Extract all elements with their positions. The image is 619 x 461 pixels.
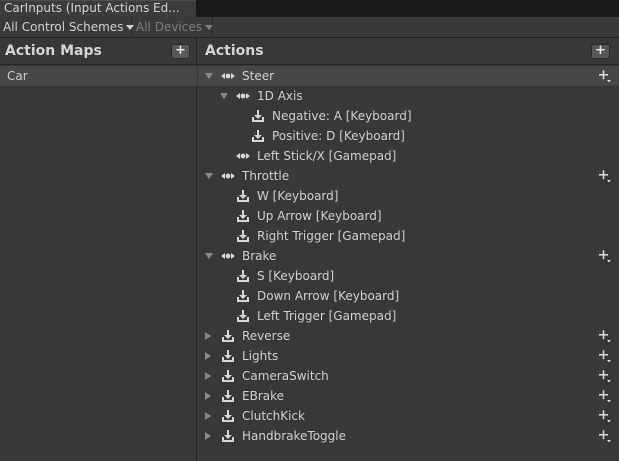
axis-icon [236, 149, 250, 163]
axis-icon [221, 249, 235, 263]
row-label: Lights [242, 349, 279, 363]
binding-row[interactable]: Right Trigger [Gamepad] [198, 226, 619, 246]
action-row[interactable]: Throttle [198, 166, 619, 186]
add-action-map-button[interactable]: + [171, 44, 190, 59]
action-row[interactable]: Lights [198, 346, 619, 366]
row-label: EBrake [242, 389, 285, 403]
add-binding-icon[interactable] [598, 69, 612, 83]
window-tab-bar: CarInputs (Input Actions Ed... [0, 0, 619, 17]
add-binding-icon[interactable] [598, 249, 612, 263]
binding-row[interactable]: Up Arrow [Keyboard] [198, 206, 619, 226]
row-label: Throttle [242, 169, 290, 183]
devices-label: All Devices [136, 20, 202, 34]
control-schemes-label: All Control Schemes [3, 20, 124, 34]
binding-icon [236, 189, 250, 203]
toolbar: All Control Schemes All Devices [0, 17, 619, 38]
window-tab[interactable]: CarInputs (Input Actions Ed... [0, 0, 196, 17]
add-binding-icon[interactable] [598, 329, 612, 343]
add-action-button[interactable]: + [591, 44, 610, 59]
row-label: Left Trigger [Gamepad] [257, 309, 397, 323]
devices-dropdown[interactable]: All Devices [133, 17, 213, 37]
expand-arrow-right-icon[interactable] [205, 432, 211, 440]
binding-icon [236, 309, 250, 323]
action-row[interactable]: Reverse [198, 326, 619, 346]
expand-arrow-down-icon[interactable] [205, 73, 213, 79]
binding-row[interactable]: Positive: D [Keyboard] [198, 126, 619, 146]
binding-row[interactable]: 1D Axis [198, 86, 619, 106]
expand-arrow-right-icon[interactable] [205, 372, 211, 380]
add-binding-icon[interactable] [598, 369, 612, 383]
row-label: ClutchKick [242, 409, 305, 423]
row-label: Left Stick/X [Gamepad] [257, 149, 397, 163]
actions-panel: Actions + Steer 1D Axis Negative: A [Keybo… [198, 38, 619, 461]
expand-arrow-down-icon[interactable] [220, 93, 228, 99]
button-icon [221, 329, 235, 343]
binding-row[interactable]: W [Keyboard] [198, 186, 619, 206]
binding-row[interactable]: Down Arrow [Keyboard] [198, 286, 619, 306]
add-binding-icon[interactable] [598, 389, 612, 403]
add-binding-icon[interactable] [598, 409, 612, 423]
action-row[interactable]: EBrake [198, 386, 619, 406]
binding-icon [236, 229, 250, 243]
expand-arrow-right-icon[interactable] [205, 332, 211, 340]
actions-header: Actions + [198, 38, 619, 65]
expand-arrow-right-icon[interactable] [205, 392, 211, 400]
button-icon [221, 369, 235, 383]
chevron-down-icon [204, 25, 213, 30]
action-maps-title: Action Maps [5, 43, 102, 59]
row-label: HandbrakeToggle [242, 429, 346, 443]
button-icon [221, 349, 235, 363]
action-row[interactable]: Steer [198, 66, 619, 86]
axis-icon [221, 69, 235, 83]
action-row[interactable]: ClutchKick [198, 406, 619, 426]
button-icon [221, 389, 235, 403]
add-binding-icon[interactable] [598, 429, 612, 443]
window-tab-title: CarInputs (Input Actions Ed... [4, 1, 180, 15]
action-row[interactable]: HandbrakeToggle [198, 426, 619, 446]
binding-row[interactable]: Left Trigger [Gamepad] [198, 306, 619, 326]
axis-icon [236, 89, 250, 103]
row-label: Right Trigger [Gamepad] [257, 229, 406, 243]
row-label: W [Keyboard] [257, 189, 339, 203]
row-label: 1D Axis [257, 89, 303, 103]
expand-arrow-right-icon[interactable] [205, 412, 211, 420]
action-row[interactable]: Brake [198, 246, 619, 266]
action-maps-panel: Action Maps + Car [0, 38, 197, 461]
row-label: Reverse [242, 329, 291, 343]
row-label: Steer [242, 69, 275, 83]
action-map-item-car[interactable]: Car [0, 66, 197, 86]
binding-icon [236, 289, 250, 303]
binding-row[interactable]: Left Stick/X [Gamepad] [198, 146, 619, 166]
axis-icon [221, 169, 235, 183]
binding-icon [236, 269, 250, 283]
action-maps-header: Action Maps + [0, 38, 196, 65]
action-row[interactable]: CameraSwitch [198, 366, 619, 386]
binding-icon [251, 109, 265, 123]
control-schemes-dropdown[interactable]: All Control Schemes [0, 17, 135, 37]
add-binding-icon[interactable] [598, 349, 612, 363]
row-label: Brake [242, 249, 277, 263]
row-label: Down Arrow [Keyboard] [257, 289, 400, 303]
row-label: Positive: D [Keyboard] [272, 129, 405, 143]
button-icon [221, 429, 235, 443]
row-label: CameraSwitch [242, 369, 329, 383]
button-icon [221, 409, 235, 423]
expand-arrow-down-icon[interactable] [205, 173, 213, 179]
row-label: S [Keyboard] [257, 269, 335, 283]
actions-title: Actions [205, 43, 264, 59]
binding-row[interactable]: Negative: A [Keyboard] [198, 106, 619, 126]
actions-tree: Steer 1D Axis Negative: A [Keyboard] Positi… [198, 66, 619, 446]
row-label: Negative: A [Keyboard] [272, 109, 412, 123]
binding-row[interactable]: S [Keyboard] [198, 266, 619, 286]
expand-arrow-right-icon[interactable] [205, 352, 211, 360]
binding-icon [236, 209, 250, 223]
expand-arrow-down-icon[interactable] [205, 253, 213, 259]
add-binding-icon[interactable] [598, 169, 612, 183]
binding-icon [251, 129, 265, 143]
row-label: Up Arrow [Keyboard] [257, 209, 382, 223]
